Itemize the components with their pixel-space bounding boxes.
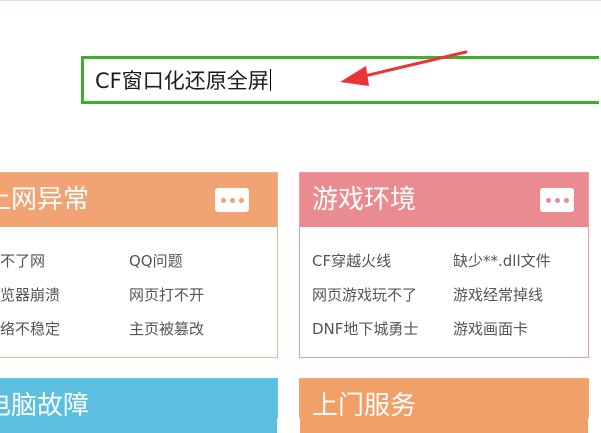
card-header: 上门服务 xyxy=(300,379,588,433)
card-network-issues: 上网异常 上不了网 QQ问题 浏览器崩溃 网页打不开 网络不稳定 主页被篡改 xyxy=(0,172,278,358)
more-dots-icon[interactable] xyxy=(215,188,249,212)
link-item[interactable]: 缺少**.dll文件 xyxy=(453,252,551,270)
card-title: 电脑故障 xyxy=(0,391,90,421)
card-game-environment: 游戏环境 CF穿越火线 缺少**.dll文件 网页游戏玩不了 游戏经常掉线 DN… xyxy=(299,172,589,358)
card-title: 上门服务 xyxy=(312,391,417,421)
card-title: 上网异常 xyxy=(0,185,90,215)
link-item[interactable]: 游戏经常掉线 xyxy=(453,286,543,304)
link-item[interactable]: 网页游戏玩不了 xyxy=(312,286,417,304)
link-item[interactable]: 浏览器崩溃 xyxy=(0,286,60,304)
text-caret xyxy=(269,69,271,91)
link-item[interactable]: 上不了网 xyxy=(0,252,45,270)
link-item[interactable]: 网络不稳定 xyxy=(0,320,60,338)
search-input-value: CF窗口化还原全屏 xyxy=(95,69,269,93)
top-divider xyxy=(0,0,601,1)
more-dots-icon[interactable] xyxy=(540,188,574,212)
link-item[interactable]: 主页被篡改 xyxy=(129,320,204,338)
link-item[interactable]: 游戏画面卡 xyxy=(453,320,528,338)
card-header: 电脑故障 xyxy=(0,379,277,433)
link-item[interactable]: CF穿越火线 xyxy=(312,252,391,270)
card-header: 上网异常 xyxy=(0,173,277,227)
link-item[interactable]: DNF地下城勇士 xyxy=(312,320,418,338)
card-onsite-service: 上门服务 xyxy=(299,378,589,433)
card-title: 游戏环境 xyxy=(312,185,417,215)
link-item[interactable]: QQ问题 xyxy=(129,252,183,270)
card-header: 游戏环境 xyxy=(300,173,588,227)
link-item[interactable]: 网页打不开 xyxy=(129,286,204,304)
card-computer-faults: 电脑故障 xyxy=(0,378,278,433)
search-input[interactable]: CF窗口化还原全屏 xyxy=(81,56,599,104)
